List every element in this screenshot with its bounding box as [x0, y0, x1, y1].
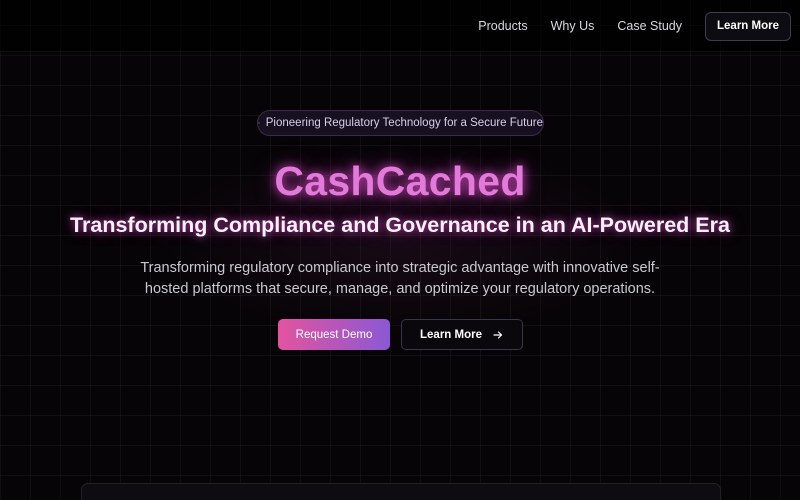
nav-link-products[interactable]: Products	[478, 19, 527, 33]
shield-icon	[258, 122, 260, 124]
nav-links: Products Why Us Case Study Learn More	[478, 11, 800, 41]
badge-text: Pioneering Regulatory Technology for a S…	[265, 117, 543, 129]
arrow-right-icon	[493, 330, 503, 339]
hero-badge: Pioneering Regulatory Technology for a S…	[257, 110, 544, 136]
content-card	[81, 483, 721, 500]
hero-subheadline: Transforming regulatory compliance into …	[140, 260, 660, 297]
top-nav: Products Why Us Case Study Learn More	[0, 0, 800, 52]
learn-more-label: Learn More	[420, 328, 482, 341]
nav-link-case-study[interactable]: Case Study	[617, 19, 682, 33]
hero-headline: Transforming Compliance and Governance i…	[70, 213, 730, 237]
request-demo-label: Request Demo	[295, 328, 373, 341]
brand-title: CashCached	[274, 158, 526, 204]
learn-more-button[interactable]: Learn More	[401, 319, 523, 350]
request-demo-button[interactable]: Request Demo	[278, 319, 390, 350]
nav-learn-more-button[interactable]: Learn More	[705, 11, 791, 41]
nav-link-why-us[interactable]: Why Us	[551, 19, 595, 33]
landing-page: Products Why Us Case Study Learn More Pi…	[0, 0, 800, 500]
